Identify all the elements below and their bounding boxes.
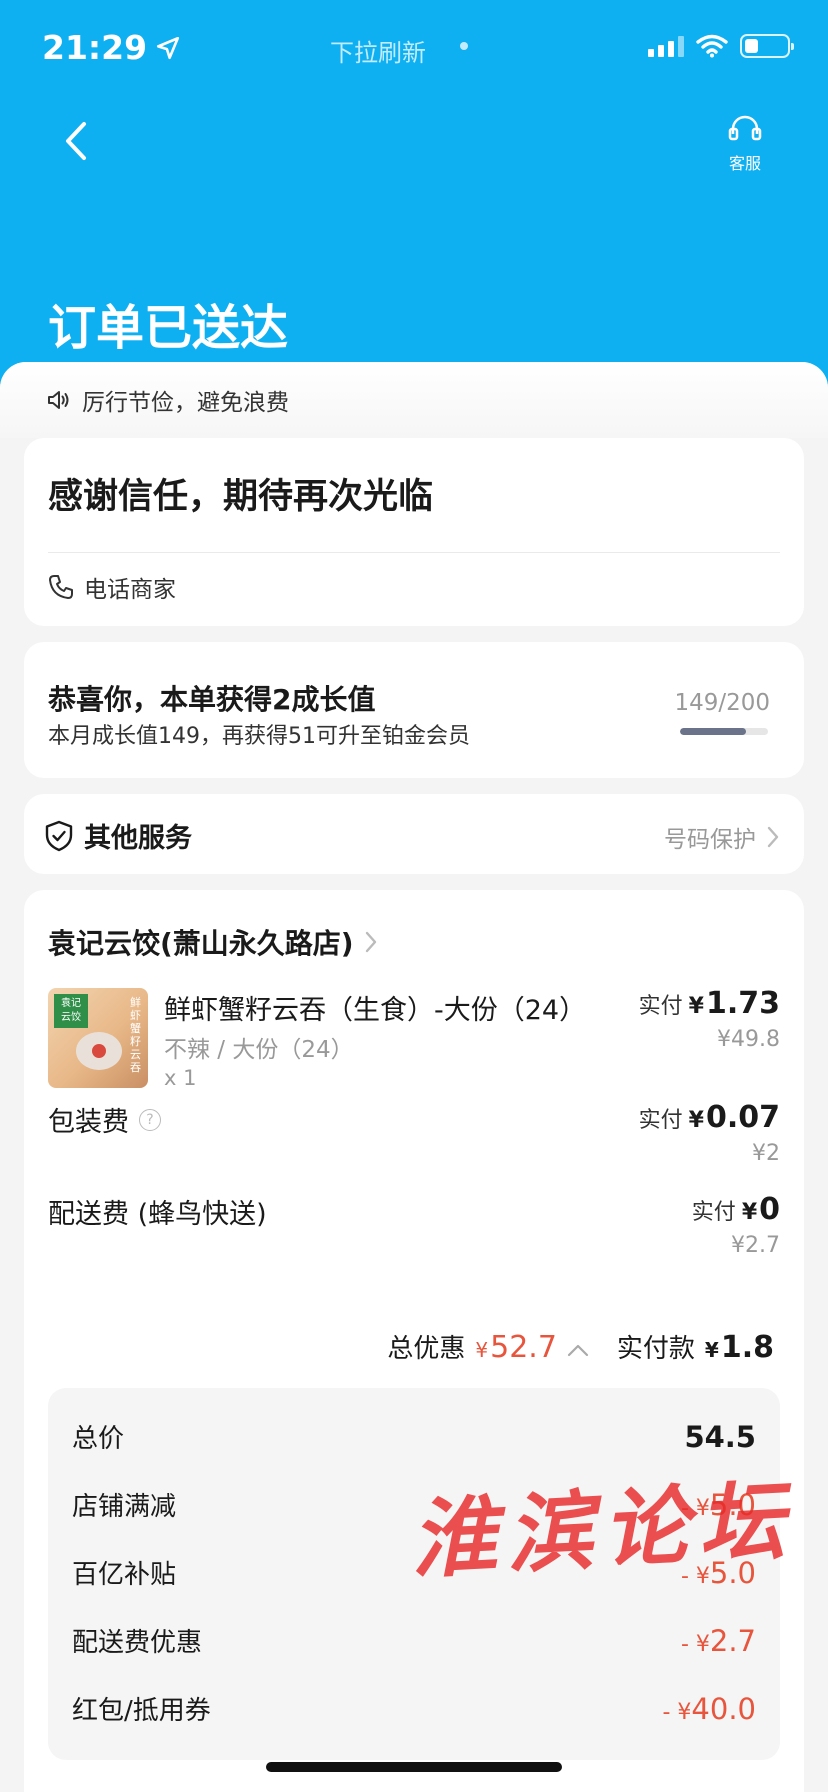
refresh-spinner-icon	[460, 42, 468, 50]
total-paid-amount: ¥1.8	[704, 1330, 774, 1365]
call-merchant-label: 电话商家	[84, 577, 176, 603]
speaker-icon	[48, 391, 69, 409]
growth-progress-bar	[680, 728, 768, 735]
original-price: ¥2	[752, 1141, 780, 1166]
customer-service-button[interactable]: 客服	[718, 114, 772, 173]
status-time: 21:29	[42, 28, 181, 67]
order-detail-card: 袁记云饺(萧山永久路店) 袁记云饺 鲜虾蟹籽云吞 鲜虾蟹籽云吞（生食）-大份（2…	[24, 890, 804, 1792]
total-discount-amount: ¥52.7	[475, 1330, 557, 1365]
paid-label: 实付	[691, 1200, 736, 1225]
chevron-right-icon	[365, 931, 376, 953]
breakdown-label: 总价	[72, 1424, 125, 1454]
content-sheet: 厉行节俭，避免浪费 感谢信任，期待再次光临 电话商家 恭喜你，本单获得2成长值 …	[0, 362, 828, 1792]
location-arrow-icon	[156, 36, 180, 59]
shop-name-link[interactable]: 袁记云饺(萧山永久路店)	[48, 922, 378, 962]
breakdown-label: 配送费优惠	[72, 1628, 203, 1658]
home-indicator[interactable]	[266, 1762, 562, 1772]
paid-label: 实付	[638, 994, 683, 1019]
growth-card[interactable]: 恭喜你，本单获得2成长值 本月成长值149，再获得51可升至铂金会员 149/2…	[24, 642, 804, 778]
breakdown-row: 百亿补贴 - ¥5.0	[72, 1554, 756, 1591]
status-icons	[648, 34, 794, 58]
headset-icon	[728, 115, 762, 141]
status-bar: 21:29 下拉刷新	[0, 0, 828, 100]
packing-fee-label: 包装费 ?	[48, 1100, 161, 1139]
paid-amount: ¥1.73	[688, 986, 780, 1021]
breakdown-row: 总价 54.5	[72, 1418, 756, 1455]
breakdown-value: - ¥40.0	[662, 1692, 756, 1726]
shield-check-icon	[45, 820, 73, 851]
paid-amount: ¥0	[741, 1192, 780, 1227]
growth-title: 恭喜你，本单获得2成长值	[48, 683, 376, 716]
breakdown-label: 百亿补贴	[72, 1560, 177, 1590]
paid-label: 实付	[638, 1108, 683, 1133]
customer-service-label: 客服	[728, 154, 761, 173]
breakdown-value: - ¥2.7	[680, 1624, 756, 1658]
delivery-fee-label: 配送费 (蜂鸟快送)	[48, 1199, 267, 1230]
pull-refresh-hint: 下拉刷新	[330, 39, 426, 67]
total-discount-label: 总优惠	[387, 1334, 466, 1364]
notice-text: 厉行节俭，避免浪费	[82, 390, 289, 416]
time-text: 21:29	[42, 28, 148, 67]
help-icon[interactable]: ?	[139, 1108, 161, 1131]
breakdown-row: 配送费优惠 - ¥2.7	[72, 1622, 756, 1659]
thumbnail-brand-logo: 袁记云饺	[54, 994, 88, 1028]
item-price: 实付 ¥1.73 ¥49.8	[639, 986, 780, 1052]
original-price: ¥49.8	[717, 1027, 780, 1052]
call-merchant-button[interactable]: 电话商家	[46, 570, 176, 604]
breakdown-value: 54.5	[684, 1420, 756, 1454]
growth-subtitle: 本月成长值149，再获得51可升至铂金会员	[48, 724, 470, 749]
total-paid-label: 实付款	[616, 1334, 695, 1364]
back-button[interactable]	[56, 116, 96, 166]
shop-name: 袁记云饺(萧山永久路店)	[48, 927, 354, 960]
breakdown-row: 店铺满减 - ¥5.0	[72, 1486, 756, 1523]
packing-fee-price: 实付 ¥0.07 ¥2	[639, 1100, 780, 1166]
breakdown-label: 店铺满减	[72, 1492, 177, 1522]
other-services-card[interactable]: 其他服务 号码保护	[24, 794, 804, 874]
order-summary[interactable]: 总优惠 ¥52.7 实付款 ¥1.8	[387, 1328, 774, 1365]
thanks-message: 感谢信任，期待再次光临	[48, 477, 434, 517]
growth-progress-fill	[680, 728, 746, 735]
wifi-icon	[696, 34, 728, 58]
battery-icon	[740, 34, 794, 58]
thumbnail-filling-shape	[92, 1044, 106, 1058]
chevron-right-icon	[767, 826, 779, 848]
item-thumbnail[interactable]: 袁记云饺 鲜虾蟹籽云吞	[48, 988, 148, 1088]
chevron-left-icon	[66, 122, 86, 160]
cellular-signal-icon	[648, 35, 684, 57]
number-protection-link[interactable]: 号码保护	[664, 820, 780, 854]
breakdown-value: - ¥5.0	[680, 1488, 756, 1522]
order-status-title: 订单已送达	[48, 300, 289, 356]
other-services-title: 其他服务	[44, 816, 192, 855]
packing-fee-text: 包装费	[48, 1107, 129, 1138]
chevron-up-icon[interactable]	[567, 1343, 589, 1357]
growth-progress-text: 149/200	[674, 690, 770, 716]
paid-amount: ¥0.07	[688, 1100, 780, 1135]
notice-banner: 厉行节俭，避免浪费	[0, 362, 828, 438]
other-services-label: 其他服务	[84, 823, 192, 854]
breakdown-row: 红包/抵用券 - ¥40.0	[72, 1690, 756, 1727]
breakdown-label: 红包/抵用券	[72, 1696, 211, 1726]
delivery-fee-price: 实付 ¥0 ¥2.7	[692, 1192, 780, 1258]
divider	[48, 552, 780, 553]
thanks-card: 感谢信任，期待再次光临 电话商家	[24, 438, 804, 626]
item-quantity: x 1	[164, 1066, 197, 1090]
price-breakdown: 总价 54.5 店铺满减 - ¥5.0 百亿补贴 - ¥5.0 配送费优惠 - …	[48, 1388, 780, 1760]
original-price: ¥2.7	[731, 1233, 780, 1258]
number-protection-label: 号码保护	[664, 827, 756, 853]
breakdown-value: - ¥5.0	[680, 1556, 756, 1590]
thumbnail-caption: 鲜虾蟹籽云吞	[130, 996, 141, 1074]
item-name: 鲜虾蟹籽云吞（生食）-大份（24）	[164, 995, 587, 1026]
phone-icon	[49, 575, 73, 599]
item-spec: 不辣 / 大份（24）	[164, 1037, 354, 1063]
